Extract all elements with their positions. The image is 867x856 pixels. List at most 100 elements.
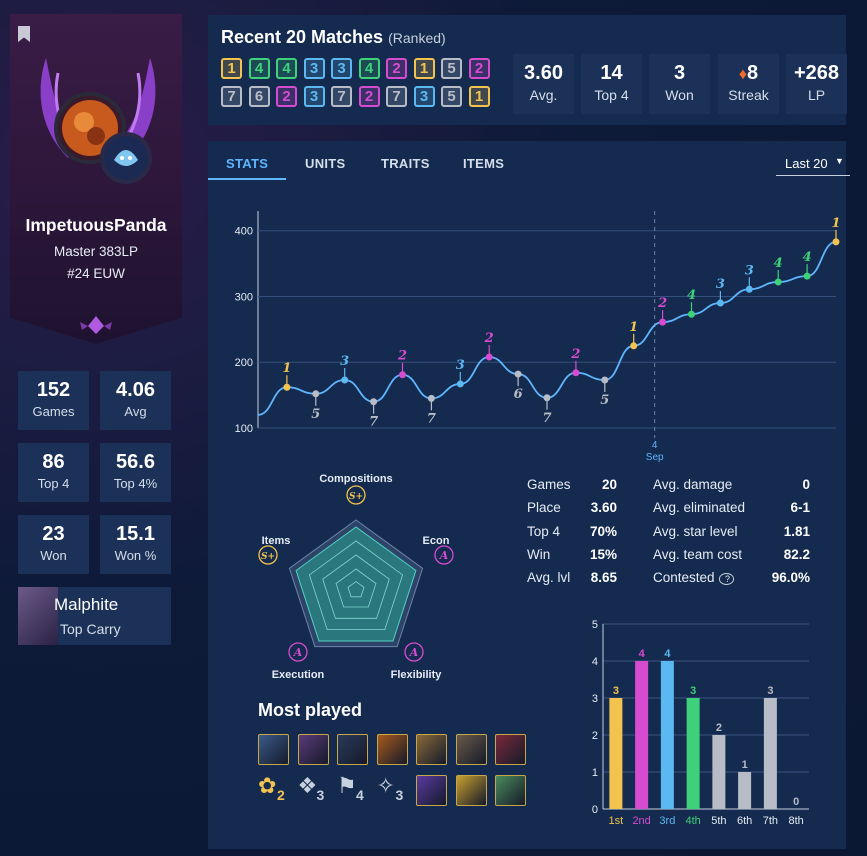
stat-value: 8.65 bbox=[590, 570, 617, 586]
range-select[interactable]: Last 20 ▼ bbox=[776, 150, 850, 176]
match-point[interactable] bbox=[774, 278, 782, 286]
x-tick-label: 1st bbox=[609, 815, 624, 827]
y-tick-label: 4 bbox=[592, 656, 598, 668]
tab-items[interactable]: ITEMS bbox=[463, 156, 504, 171]
placement-chip[interactable]: 7 bbox=[331, 86, 352, 107]
placement-bar[interactable] bbox=[686, 698, 700, 809]
match-point[interactable] bbox=[485, 353, 493, 361]
placement-chip[interactable]: 1 bbox=[468, 86, 490, 107]
placement-chip[interactable]: 2 bbox=[386, 58, 407, 79]
trait-icon[interactable]: ❖ 3 bbox=[298, 773, 331, 806]
placement-chip[interactable]: 2 bbox=[468, 58, 490, 79]
radar-grade: A bbox=[439, 549, 449, 562]
placement-chip[interactable]: 3 bbox=[413, 86, 435, 107]
x-tick-label: 5th bbox=[711, 815, 726, 827]
match-point[interactable] bbox=[572, 369, 580, 377]
stat-top4: 86 Top 4 bbox=[18, 443, 89, 502]
lp-history-chart: 4003002001004Sep15372732672512433 4 41 bbox=[235, 211, 841, 463]
champion-icon[interactable] bbox=[455, 734, 487, 765]
match-point[interactable] bbox=[427, 394, 435, 402]
placement-chip[interactable]: 1 bbox=[413, 58, 435, 79]
y-tick-label: 1 bbox=[592, 767, 598, 779]
recent-title: Recent 20 Matches (Ranked) bbox=[221, 27, 446, 48]
trait-count: 2 bbox=[277, 787, 285, 803]
placement-label: 2 bbox=[397, 349, 407, 364]
item-icon[interactable] bbox=[416, 775, 447, 806]
rank-crest-icon bbox=[80, 316, 112, 334]
placement-chip[interactable]: 2 bbox=[358, 86, 380, 107]
champion-icon[interactable] bbox=[376, 734, 408, 765]
tab-stats[interactable]: STATS bbox=[226, 156, 268, 171]
champion-icon[interactable] bbox=[337, 734, 368, 765]
match-point[interactable] bbox=[543, 394, 551, 402]
champion-icon[interactable] bbox=[495, 734, 526, 765]
kpi-value: 3.60 bbox=[524, 62, 563, 84]
placement-label: 7 bbox=[542, 411, 551, 426]
placement-chip[interactable]: 5 bbox=[441, 86, 462, 107]
top-carry-card[interactable]: Malphite Top Carry bbox=[18, 587, 171, 645]
placement-bar[interactable] bbox=[635, 661, 649, 809]
trait-glyph: ✧ bbox=[376, 773, 395, 798]
match-point[interactable] bbox=[399, 371, 406, 379]
placement-chip[interactable]: 3 bbox=[303, 58, 325, 79]
match-point[interactable] bbox=[601, 376, 609, 384]
placement-bar[interactable] bbox=[763, 698, 777, 809]
stat-value: 15% bbox=[589, 546, 617, 562]
placement-chip[interactable]: 7 bbox=[221, 86, 242, 107]
tab-traits[interactable]: TRAITS bbox=[381, 156, 430, 171]
trait-icon[interactable]: ✿ 2 bbox=[258, 773, 291, 806]
placement-label: 3 bbox=[456, 358, 465, 373]
match-point[interactable] bbox=[832, 238, 840, 246]
placement-chip[interactable]: 2 bbox=[276, 86, 297, 107]
placement-chip[interactable]: 3 bbox=[331, 58, 352, 79]
match-point[interactable] bbox=[659, 318, 667, 326]
stat-label: Top 4% bbox=[113, 476, 158, 491]
match-point[interactable] bbox=[803, 272, 811, 280]
placement-chip[interactable]: 4 bbox=[358, 58, 380, 79]
match-point[interactable] bbox=[370, 398, 378, 406]
radar-grade: A bbox=[293, 646, 303, 659]
match-point[interactable] bbox=[456, 380, 464, 388]
radar-axis-label: Items bbox=[262, 535, 291, 547]
item-icon[interactable] bbox=[495, 775, 526, 806]
match-point[interactable] bbox=[514, 370, 522, 378]
match-point[interactable] bbox=[341, 376, 349, 384]
most-played-title: Most played bbox=[258, 700, 363, 720]
top-carry-label: Top Carry bbox=[60, 621, 121, 637]
match-point[interactable] bbox=[283, 383, 291, 391]
match-point[interactable] bbox=[745, 285, 753, 293]
match-point[interactable] bbox=[716, 299, 724, 307]
placement-bar[interactable] bbox=[738, 772, 752, 809]
kpi-lp: +268 LP bbox=[786, 54, 847, 114]
placement-bar[interactable] bbox=[609, 698, 623, 809]
placement-chip[interactable]: 1 bbox=[221, 58, 242, 79]
trait-icon[interactable]: ⚑ 4 bbox=[337, 773, 370, 806]
placement-chip[interactable]: 3 bbox=[303, 86, 325, 107]
placement-bar[interactable] bbox=[712, 735, 726, 809]
help-icon[interactable]: ? bbox=[718, 573, 735, 586]
stat-label: Games bbox=[32, 404, 75, 419]
champion-icon[interactable] bbox=[416, 734, 447, 765]
placement-label: 6 bbox=[514, 387, 523, 402]
stat-label: Avg. star level bbox=[653, 523, 738, 539]
placement-chip[interactable]: 6 bbox=[248, 86, 270, 107]
trait-icon[interactable]: ✧ 3 bbox=[377, 773, 410, 806]
match-point[interactable] bbox=[688, 310, 695, 318]
stat-label: Avg. team cost bbox=[653, 546, 743, 562]
placement-bar[interactable] bbox=[660, 661, 674, 809]
placement-chip[interactable]: 7 bbox=[386, 86, 407, 107]
tab-units[interactable]: UNITS bbox=[305, 156, 346, 171]
match-point[interactable] bbox=[630, 342, 638, 350]
champion-icon[interactable] bbox=[297, 734, 329, 765]
match-point[interactable] bbox=[312, 390, 320, 398]
placement-chip[interactable]: 4 bbox=[276, 58, 297, 79]
placement-chip[interactable]: 4 bbox=[248, 58, 270, 79]
bar-value-label: 3 bbox=[767, 685, 773, 697]
kpi-value: 3 bbox=[673, 62, 686, 84]
trait-count: 3 bbox=[395, 787, 404, 803]
y-tick-label: 5 bbox=[592, 619, 598, 631]
item-icon[interactable] bbox=[455, 775, 487, 806]
placement-chip[interactable]: 5 bbox=[441, 58, 462, 79]
champion-icon[interactable] bbox=[258, 734, 289, 765]
stat-avg: 4.06 Avg bbox=[100, 371, 171, 430]
